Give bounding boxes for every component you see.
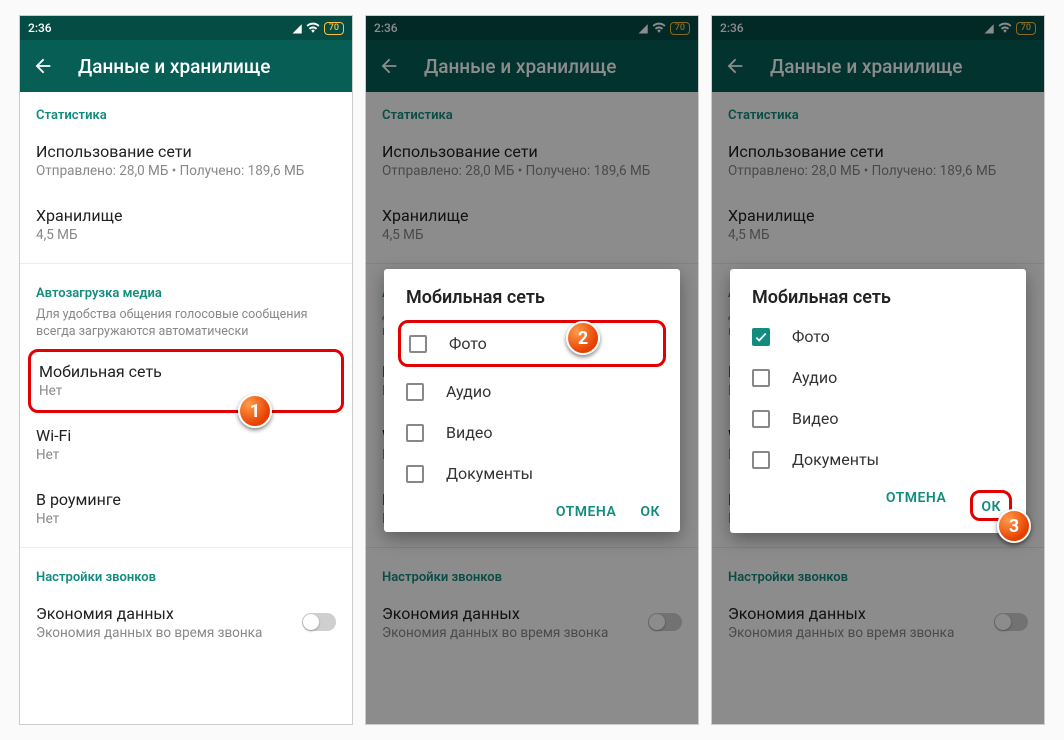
dialog-title: Мобильная сеть — [384, 287, 680, 316]
app-header: Данные и хранилище — [20, 40, 352, 92]
content-area: Статистика Использование сети Отправлено… — [20, 92, 352, 655]
checkbox-icon[interactable] — [406, 424, 424, 442]
item-mobile-sub: Нет — [39, 383, 333, 399]
ok-button[interactable]: ОК — [640, 504, 660, 520]
dialog-mobile-autoload: Мобильная сеть Фото Аудио Видео Документ… — [730, 269, 1026, 533]
signal-icon: ◢ — [293, 21, 302, 35]
divider — [20, 547, 352, 548]
option-video[interactable]: Видео — [730, 398, 1026, 439]
checkbox-icon[interactable] — [752, 451, 770, 469]
page-title: Данные и хранилище — [78, 55, 271, 78]
item-low-data[interactable]: Экономия данных Экономия данных во время… — [20, 591, 352, 655]
item-roaming[interactable]: В роуминге Нет — [20, 477, 352, 541]
checkbox-icon[interactable] — [409, 335, 427, 353]
highlight-photo-option: Фото — [398, 320, 666, 367]
section-calls: Настройки звонков — [20, 554, 352, 591]
cancel-button[interactable]: ОТМЕНА — [556, 504, 616, 520]
phone-screen-3: 2:36 ◢ 70 Данные и хранилище Статистика … — [711, 15, 1045, 725]
item-network-usage[interactable]: Использование сети Отправлено: 28,0 МБ •… — [20, 129, 352, 193]
back-arrow-icon[interactable] — [32, 55, 54, 77]
checkbox-checked-icon[interactable] — [752, 328, 770, 346]
item-storage[interactable]: Хранилище 4,5 МБ — [20, 193, 352, 257]
option-documents[interactable]: Документы — [384, 453, 680, 494]
option-documents[interactable]: Документы — [730, 439, 1026, 480]
divider — [20, 263, 352, 264]
dialog-mobile-autoload: Мобильная сеть Фото Аудио Видео Документ… — [384, 269, 680, 532]
checkbox-icon[interactable] — [752, 410, 770, 428]
ok-button[interactable]: ОК — [981, 499, 1001, 515]
dialog-title: Мобильная сеть — [730, 287, 1026, 316]
item-wifi[interactable]: Wi-Fi Нет — [20, 413, 352, 477]
option-photo[interactable]: Фото — [405, 329, 659, 358]
low-data-switch[interactable] — [302, 613, 336, 631]
badge-3: 3 — [997, 509, 1031, 543]
checkbox-icon[interactable] — [752, 369, 770, 387]
option-video[interactable]: Видео — [384, 412, 680, 453]
phone-screen-2: 2:36 ◢ 70 Данные и хранилище Статистика … — [365, 15, 699, 725]
battery-icon: 70 — [324, 22, 344, 35]
status-bar: 2:36 ◢ 70 — [20, 16, 352, 40]
status-time: 2:36 — [28, 21, 52, 35]
checkbox-icon[interactable] — [406, 383, 424, 401]
wifi-icon — [306, 21, 320, 36]
badge-2: 2 — [566, 321, 600, 355]
checkbox-icon[interactable] — [406, 465, 424, 483]
option-photo[interactable]: Фото — [730, 316, 1026, 357]
option-audio[interactable]: Аудио — [730, 357, 1026, 398]
highlight-mobile: Мобильная сеть Нет — [28, 349, 344, 413]
badge-1: 1 — [238, 394, 272, 428]
section-autoload: Автозагрузка медиа — [20, 270, 352, 307]
autoload-helper: Для удобства общения голосовые сообщения… — [20, 307, 352, 349]
item-mobile-title[interactable]: Мобильная сеть — [39, 362, 333, 381]
section-stats: Статистика — [20, 92, 352, 129]
phone-screen-1: 2:36 ◢ 70 Данные и хранилище Статистика … — [19, 15, 353, 725]
option-audio[interactable]: Аудио — [384, 371, 680, 412]
status-icons: ◢ 70 — [293, 21, 344, 36]
cancel-button[interactable]: ОТМЕНА — [886, 490, 946, 521]
